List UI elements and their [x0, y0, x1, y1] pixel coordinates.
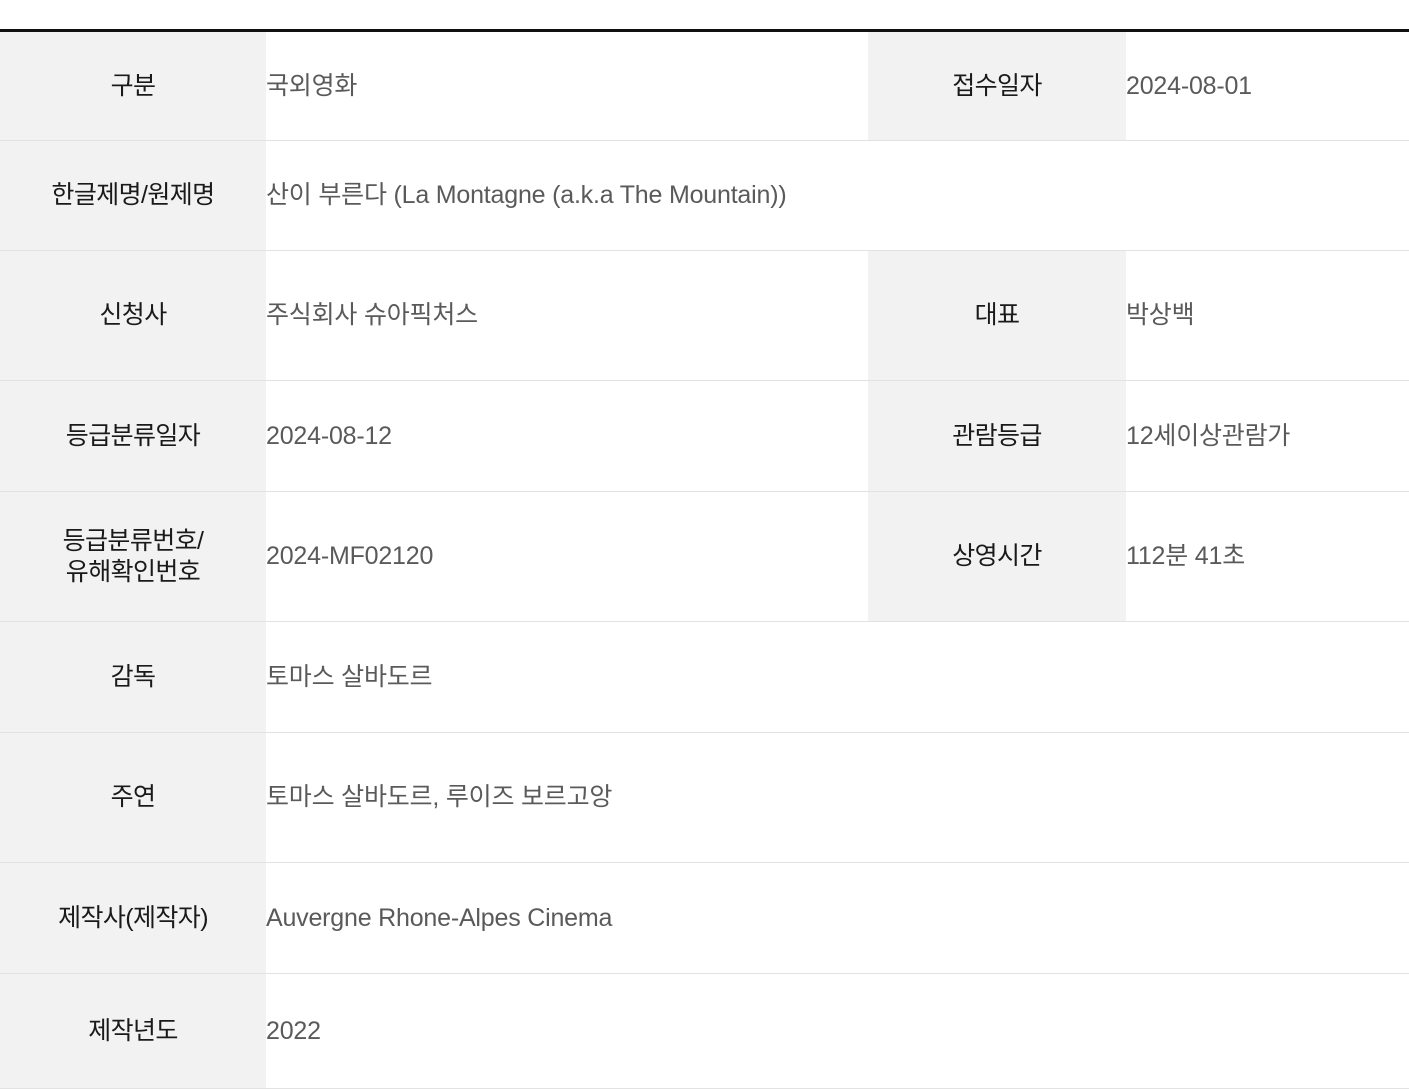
row-label-cast: 주연	[0, 732, 266, 863]
row-label-rating: 관람등급	[868, 380, 1126, 492]
row-label-runtime: 상영시간	[868, 491, 1126, 622]
row-value-title: 산이 부른다 (La Montagne (a.k.a The Mountain)…	[266, 140, 1409, 251]
row-label-production-company: 제작사(제작자)	[0, 862, 266, 974]
row-value-rating-number: 2024-MF02120	[266, 491, 868, 622]
row-label-rating-number-line2: 유해확인번호	[65, 557, 201, 586]
row-value-representative: 박상백	[1126, 250, 1409, 381]
row-label-title: 한글제명/원제명	[0, 140, 266, 251]
table-row: 감독 토마스 살바도르	[0, 621, 1409, 733]
table-row: 구분 국외영화 접수일자 2024-08-01	[0, 30, 1409, 141]
row-value-category: 국외영화	[266, 30, 868, 141]
film-rating-detail-table: 구분 국외영화 접수일자 2024-08-01 한글제명/원제명 산이 부른다 …	[0, 29, 1409, 1089]
row-value-applicant: 주식회사 슈아픽처스	[266, 250, 868, 381]
row-value-rating-date: 2024-08-12	[266, 380, 868, 492]
table-row: 주연 토마스 살바도르, 루이즈 보르고앙	[0, 732, 1409, 863]
row-value-received-date: 2024-08-01	[1126, 30, 1409, 141]
row-label-rating-date: 등급분류일자	[0, 380, 266, 492]
row-label-production-year: 제작년도	[0, 973, 266, 1089]
row-label-applicant: 신청사	[0, 250, 266, 381]
table-row: 한글제명/원제명 산이 부른다 (La Montagne (a.k.a The …	[0, 140, 1409, 251]
row-value-production-company: Auvergne Rhone-Alpes Cinema	[266, 862, 1409, 974]
row-label-received-date: 접수일자	[868, 30, 1126, 141]
row-value-runtime: 112분 41초	[1126, 491, 1409, 622]
row-value-cast: 토마스 살바도르, 루이즈 보르고앙	[266, 732, 1409, 863]
table-row: 신청사 주식회사 슈아픽처스 대표 박상백	[0, 250, 1409, 381]
row-label-rating-number-line1: 등급분류번호/	[62, 527, 204, 555]
row-value-director: 토마스 살바도르	[266, 621, 1409, 733]
row-label-category: 구분	[0, 30, 266, 141]
table-row: 등급분류일자 2024-08-12 관람등급 12세이상관람가	[0, 380, 1409, 492]
table-row: 제작사(제작자) Auvergne Rhone-Alpes Cinema	[0, 862, 1409, 974]
film-rating-detail-page: 구분 국외영화 접수일자 2024-08-01 한글제명/원제명 산이 부른다 …	[0, 0, 1409, 1089]
row-value-rating: 12세이상관람가	[1126, 380, 1409, 492]
table-row: 등급분류번호/ 유해확인번호 2024-MF02120 상영시간 112분 41…	[0, 491, 1409, 622]
row-label-representative: 대표	[868, 250, 1126, 381]
table-row: 제작년도 2022	[0, 973, 1409, 1089]
row-value-production-year: 2022	[266, 973, 1409, 1089]
row-label-director: 감독	[0, 621, 266, 733]
row-label-rating-number: 등급분류번호/ 유해확인번호	[0, 491, 266, 622]
